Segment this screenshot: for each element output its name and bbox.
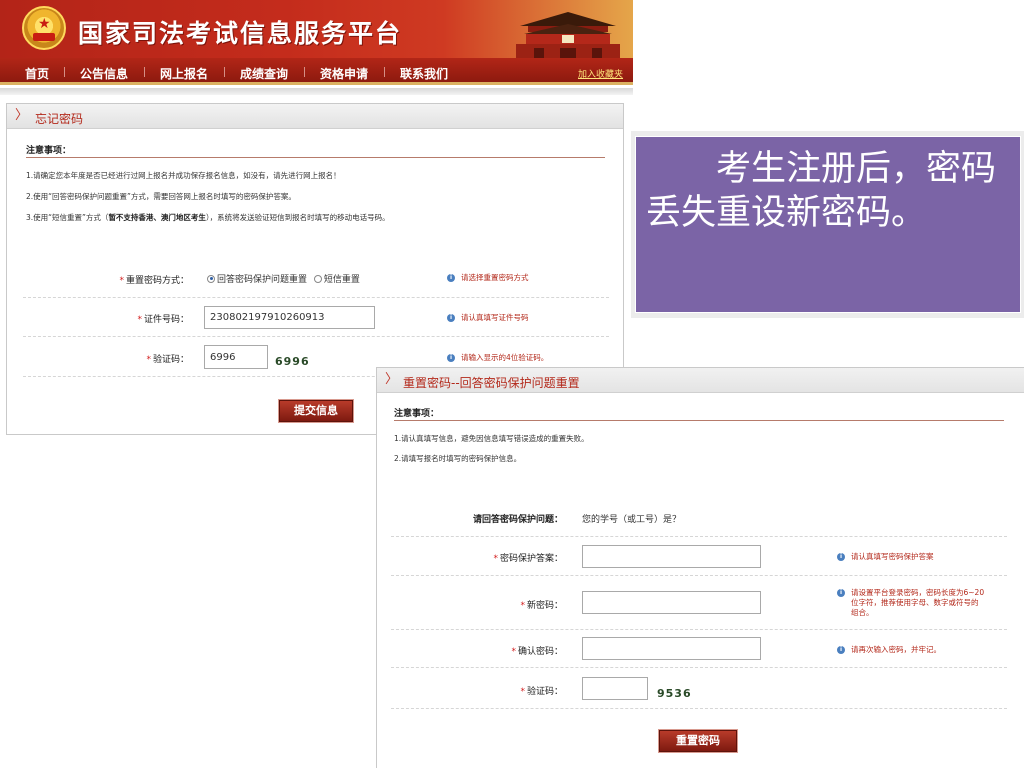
panel-title: 忘记密码 (35, 112, 84, 126)
tiananmen-gate-icon (516, 12, 620, 58)
confirm-hint: i 请再次输入密码，并牢记。 (837, 645, 941, 655)
notes-heading: 注意事项： (26, 146, 72, 156)
submit-info-button[interactable]: 提交信息 (278, 399, 354, 423)
site-title: 国家司法考试信息服务平台 (78, 19, 403, 48)
captcha-label: * 验证码： (520, 687, 563, 697)
nav-contact-us[interactable]: 联系我们 (400, 65, 448, 82)
callout-text: 考生注册后，密码丢失重设新密码。 (646, 149, 997, 233)
national-emblem-icon: ★ (22, 6, 66, 50)
new-password-label: * 新密码： (520, 601, 563, 611)
captcha-image[interactable]: 6996 (275, 355, 310, 368)
nav-home[interactable]: 首页 (25, 65, 49, 82)
note-line: 1.请认真填写信息，避免因信息填写错误造成的重置失败。 (394, 434, 589, 443)
answer-hint: i 请认真填写密码保护答案 (837, 552, 934, 562)
row-divider (23, 336, 609, 337)
row-divider (23, 297, 609, 298)
info-icon: i (837, 646, 845, 654)
nav-online-registration[interactable]: 网上报名 (160, 65, 208, 82)
reset-method-radio-group: 回答密码保护问题重置 短信重置 (207, 272, 364, 285)
panel-title-bar: 〉 重置密码--回答密码保护问题重置 (377, 368, 1024, 393)
main-navbar: 首页 公告信息 网上报名 成绩查询 资格申请 联系我们 加入收藏夹 (0, 58, 633, 85)
id-hint: i 请认真填写证件号码 (447, 313, 529, 323)
site-banner: ★ 国家司法考试信息服务平台 (0, 0, 633, 58)
row-divider (391, 575, 1007, 576)
info-icon: i (447, 314, 455, 322)
info-icon: i (447, 354, 455, 362)
captcha-hint: i 请输入显示的4位验证码。 (447, 353, 548, 363)
note-line: 1.请确定您本年度是否已经进行过网上报名并成功保存报名信息，如没有，请先进行网上… (26, 171, 341, 180)
security-answer-input[interactable] (582, 545, 761, 568)
id-number-input[interactable] (204, 306, 375, 329)
add-bookmark-link[interactable]: 加入收藏夹 (578, 67, 623, 80)
info-icon: i (837, 553, 845, 561)
reset-method-label: * 重置密码方式： (119, 276, 189, 286)
notes-heading: 注意事项： (394, 409, 440, 419)
radio-sms-reset[interactable] (313, 274, 322, 283)
chevron-right-icon: 〉 (15, 108, 29, 123)
captcha-input[interactable] (582, 677, 648, 700)
captcha-label: * 验证码： (146, 355, 189, 365)
note-line: 2.请填写报名时填写的密码保护信息。 (394, 454, 522, 463)
info-icon: i (837, 589, 845, 597)
captcha-input[interactable] (204, 345, 268, 369)
row-divider (391, 629, 1007, 630)
security-question-label: 请回答密码保护问题： (472, 515, 563, 525)
panel-title: 重置密码--回答密码保护问题重置 (403, 376, 580, 390)
security-answer-label: * 密码保护答案： (493, 554, 563, 564)
captcha-image[interactable]: 9536 (657, 687, 692, 700)
row-divider (391, 536, 1007, 537)
row-divider (391, 708, 1007, 709)
method-hint: i 请选择重置密码方式 (447, 273, 529, 283)
security-question-text: 您的学号（或工号）是？ (582, 515, 682, 525)
confirm-password-label: * 确认密码： (511, 647, 563, 657)
panel-title-bar: 〉 忘记密码 (7, 104, 623, 129)
new-password-hint: i 请设置平台登录密码，密码长度为6~20 位字符，推荐使用字母、数字或符号的 组… (837, 588, 984, 618)
new-password-input[interactable] (582, 591, 761, 614)
reset-password-button[interactable]: 重置密码 (658, 729, 738, 753)
nav-score-query[interactable]: 成绩查询 (240, 65, 288, 82)
site-header: ★ 国家司法考试信息服务平台 首页 公告信息 网上报名 成绩查询 资格申请 联系… (0, 0, 633, 95)
callout-box: 考生注册后，密码丢失重设新密码。 (631, 131, 1024, 318)
nav-qualification-application[interactable]: 资格申请 (320, 65, 368, 82)
note-line: 3.使用“短信重置”方式（暂不支持香港、澳门地区考生），系统将发送验证短信到报名… (26, 213, 390, 222)
reset-password-panel: 〉 重置密码--回答密码保护问题重置 注意事项： 1.请认真填写信息，避免因信息… (376, 367, 1024, 768)
callout-inner: 考生注册后，密码丢失重设新密码。 (635, 136, 1021, 313)
radio-security-question[interactable] (207, 274, 215, 283)
notes-divider (394, 420, 1004, 421)
chevron-right-icon: 〉 (385, 372, 399, 387)
confirm-password-input[interactable] (582, 637, 761, 660)
notes-divider (26, 157, 605, 158)
header-shadow (0, 88, 633, 95)
id-number-label: * 证件号码： (137, 315, 189, 325)
note-line: 2.使用“回答密码保护问题重置”方式，需要回答网上报名时填写的密码保护答案。 (26, 192, 296, 201)
nav-announcements[interactable]: 公告信息 (80, 65, 128, 82)
info-icon: i (447, 274, 455, 282)
row-divider (391, 667, 1007, 668)
